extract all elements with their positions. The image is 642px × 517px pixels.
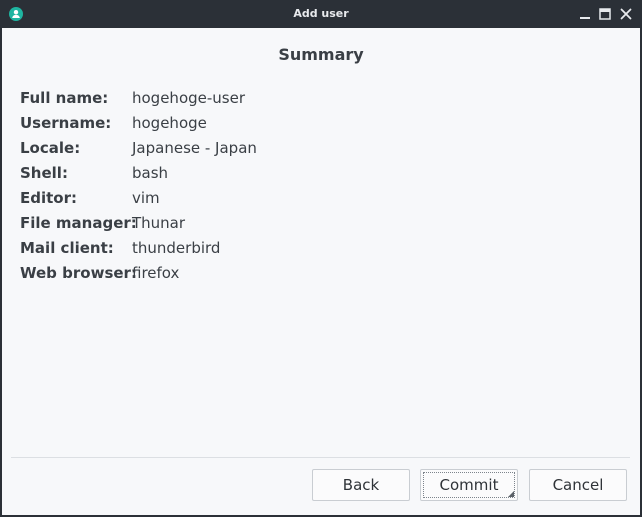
commit-button-label: Commit xyxy=(439,476,499,494)
back-button[interactable]: Back xyxy=(312,469,410,501)
shell-label: Shell: xyxy=(20,164,68,182)
window-title: Add user xyxy=(293,7,349,20)
minimize-icon[interactable] xyxy=(578,7,592,21)
page-title: Summary xyxy=(278,45,364,64)
file-manager-value: Thunar xyxy=(132,214,186,232)
mail-client-label: Mail client: xyxy=(20,239,114,257)
resize-grip-icon xyxy=(508,491,514,497)
close-icon[interactable] xyxy=(619,7,633,21)
commit-button[interactable]: Commit xyxy=(420,469,518,501)
full-name-label: Full name: xyxy=(20,89,109,107)
shell-value: bash xyxy=(132,164,169,182)
maximize-icon[interactable] xyxy=(598,7,612,21)
locale-value: Japanese - Japan xyxy=(132,139,257,157)
summary-page: Summary Full name: hogehoge-user Usernam… xyxy=(2,28,640,515)
username-value: hogehoge xyxy=(132,114,207,132)
mail-client-value: thunderbird xyxy=(132,239,221,257)
cancel-button[interactable]: Cancel xyxy=(529,469,627,501)
footer-divider xyxy=(11,457,630,458)
add-user-window: Add user Summary Full name: hogehoge-use… xyxy=(0,0,642,517)
editor-value: vim xyxy=(132,189,160,207)
web-browser-label: Web browser: xyxy=(20,264,137,282)
full-name-value: hogehoge-user xyxy=(132,89,245,107)
title-bar[interactable]: Add user xyxy=(0,0,642,28)
file-manager-label: File manager: xyxy=(20,214,137,232)
username-label: Username: xyxy=(20,114,112,132)
web-browser-value: firefox xyxy=(132,264,180,282)
locale-label: Locale: xyxy=(20,139,81,157)
editor-label: Editor: xyxy=(20,189,77,207)
